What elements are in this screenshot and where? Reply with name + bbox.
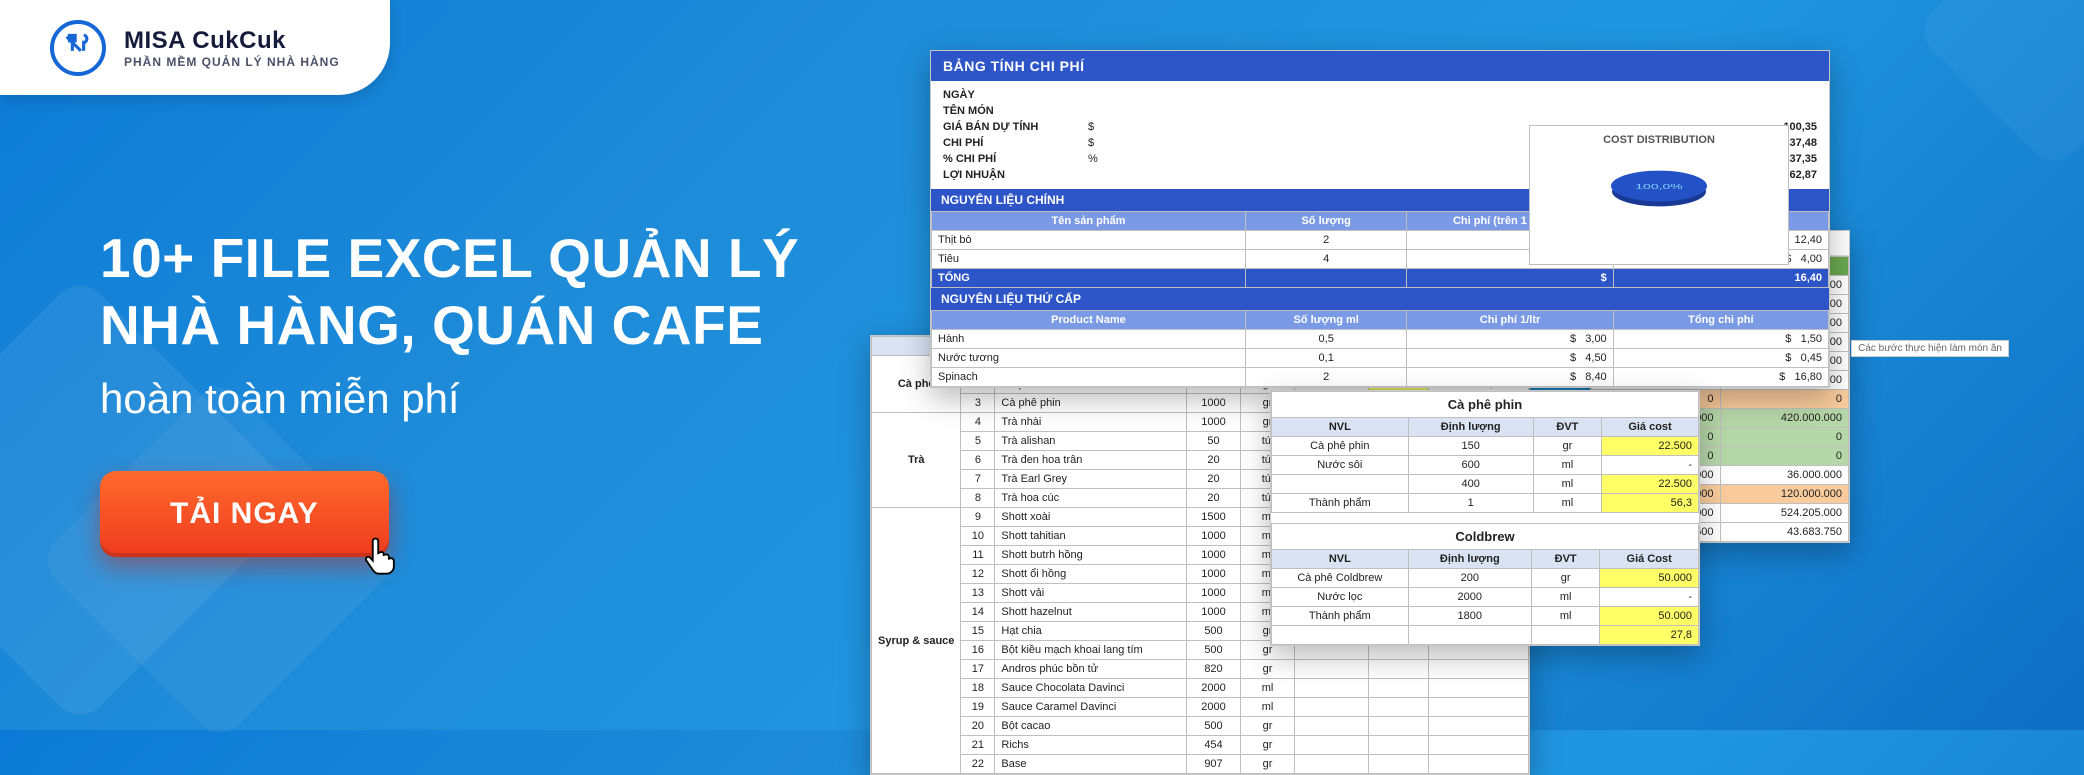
total-label: TỔNG (932, 269, 1246, 288)
table-row: Thành phẩm1ml56,3 (1272, 494, 1699, 513)
download-button-label: TẢI NGAY (170, 497, 319, 531)
brand-name: MISA CukCuk (124, 27, 340, 55)
label-giaban: GIÁ BÁN DỰ TÍNH (943, 121, 1088, 133)
card-title-coldbrew: Coldbrew (1272, 524, 1699, 550)
pie-chart-icon: 100,0% (1611, 171, 1707, 202)
cost-hint-text: Các bước thực hiện làm món ăn (1851, 340, 2009, 357)
sheet-recipe-cost: Cà phê phin NVL Định lượng ĐVT Giá cost … (1270, 390, 1700, 646)
hero-subline: hoàn toàn miễn phí (100, 375, 799, 423)
table-row: Spinach2$ 8,40$ 16,80 (932, 368, 1829, 387)
cost-distribution-chart: COST DISTRIBUTION 100,0% (1529, 125, 1789, 265)
table-row: Nước sôi600ml- (1272, 456, 1699, 475)
table-row: Nước lọc2000ml- (1272, 588, 1699, 607)
cost-title: BẢNG TÍNH CHI PHÍ (931, 51, 1829, 81)
sheet-cost-table: BẢNG TÍNH CHI PHÍ NGÀY TÊN MÓN GIÁ BÁN D… (930, 50, 1830, 388)
table-row: 22Base907gr (872, 755, 1529, 774)
table-row: 20Bột cacao500gr (872, 717, 1529, 736)
hero-heading: 10+ FILE EXCEL QUẢN LÝ NHÀ HÀNG, QUÁN CA… (100, 225, 799, 359)
table-row: 17Andros phúc bồn tử820gr (872, 660, 1529, 679)
brand-sub: PHẦN MỀM QUẢN LÝ NHÀ HÀNG (124, 55, 340, 69)
chart-title: COST DISTRIBUTION (1538, 134, 1780, 146)
cursor-hand-icon (359, 533, 403, 577)
table-row: Hành0,5$ 3,00$ 1,50 (932, 330, 1829, 349)
table-row: 18Sauce Chocolata Davinci2000ml (872, 679, 1529, 698)
label-pct: % CHI PHÍ (943, 153, 1088, 165)
recipe-phin-table: Cà phê phin NVL Định lượng ĐVT Giá cost … (1271, 391, 1699, 513)
table-row: Thành phẩm1800ml50.000 (1272, 607, 1699, 626)
card-title-phin: Cà phê phin (1272, 392, 1699, 418)
download-button[interactable]: TẢI NGAY (100, 471, 389, 557)
total-value: 16,40 (1613, 269, 1828, 288)
sub-ingredients-table: Product Name Số lượng ml Chi phí 1/ltr T… (931, 310, 1829, 387)
table-row: Nước tương0,1$ 4,50$ 0,45 (932, 349, 1829, 368)
hero-copy: 10+ FILE EXCEL QUẢN LÝ NHÀ HÀNG, QUÁN CA… (100, 225, 799, 557)
table-row: 400ml22.500 (1272, 475, 1699, 494)
label-tenmon: TÊN MÓN (943, 105, 1088, 117)
table-row: 21Richs454gr (872, 736, 1529, 755)
cukcuk-logo-icon (50, 20, 106, 76)
table-row: Cà phê Coldbrew200gr50.000 (1272, 569, 1699, 588)
spreadsheet-stack: A ⬚ ≡ ⊞ ▾ Năm 4Năm 5 66.550.00073.205.00… (870, 50, 2070, 730)
section-sub-ingredients: NGUYÊN LIỆU THỨ CẤP (931, 288, 1829, 310)
table-row: 19Sauce Caramel Davinci2000ml (872, 698, 1529, 717)
label-ngay: NGÀY (943, 89, 1088, 101)
label-chiphi: CHI PHÍ (943, 137, 1088, 149)
logo-tab: MISA CukCuk PHẦN MỀM QUẢN LÝ NHÀ HÀNG (0, 0, 390, 95)
recipe-coldbrew-table: Coldbrew NVL Định lượng ĐVT Giá Cost Cà … (1271, 523, 1699, 645)
label-loinhuan: LỢI NHUẬN (943, 169, 1088, 181)
table-row: 27,8 (1272, 626, 1699, 645)
table-row: Cà phê phin150gr22.500 (1272, 437, 1699, 456)
logo-text: MISA CukCuk PHẦN MỀM QUẢN LÝ NHÀ HÀNG (124, 27, 340, 69)
